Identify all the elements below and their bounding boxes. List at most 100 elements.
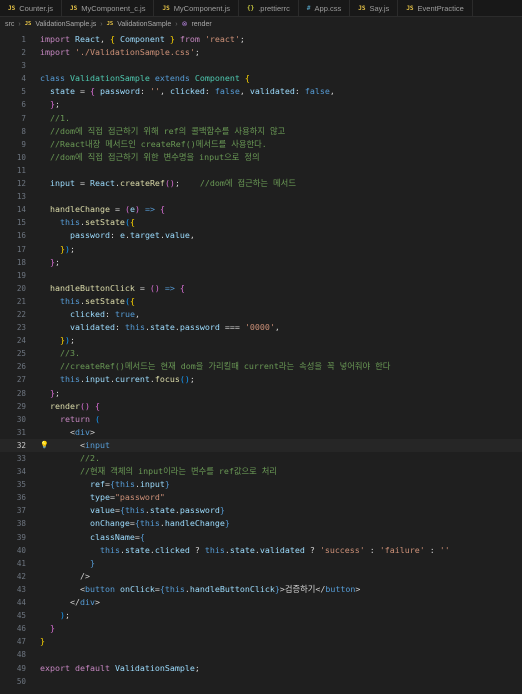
code-line[interactable]: 37 value={this.state.password} [0, 504, 522, 517]
code-text: //1. [40, 112, 70, 125]
breadcrumb-class[interactable]: ValidationSample [117, 21, 171, 28]
code-line[interactable]: 21 this.setState({ [0, 295, 522, 308]
code-line[interactable]: 47} [0, 635, 522, 648]
tab-say-js[interactable]: JS Say.js [350, 0, 399, 16]
code-token: this [124, 505, 145, 516]
code-line[interactable]: 15 this.setState({ [0, 216, 522, 229]
code-line[interactable]: 18 }; [0, 256, 522, 269]
code-line[interactable]: 26 //createRef()메서드는 현재 dom을 가리킬때 curren… [0, 360, 522, 373]
code-token: import [40, 34, 75, 44]
code-line[interactable]: 32 💡 <input [0, 438, 522, 452]
code-text: validated: this.state.password === '0000… [40, 321, 280, 334]
line-number: 34 [16, 467, 26, 477]
code-token: export [40, 662, 75, 673]
css-file-icon: # [306, 4, 311, 12]
code-line[interactable]: 11 [0, 164, 522, 177]
code-token: React [74, 34, 100, 44]
code-token: , [274, 322, 280, 333]
code-text: }); [40, 334, 75, 347]
code-token: state [149, 505, 175, 516]
code-line[interactable]: 33 //2. [0, 452, 522, 465]
code-token: default [74, 662, 115, 673]
code-editor[interactable]: 1 import React, { Component } from 'react… [0, 31, 522, 688]
code-token: validated [259, 544, 305, 555]
code-token: password [179, 322, 220, 333]
code-line[interactable]: 44 </div> [0, 596, 522, 609]
code-line[interactable]: 25 //3. [0, 347, 522, 360]
code-line[interactable]: 35 ref={this.input} [0, 478, 522, 491]
code-line[interactable]: 4 class ValidationSample extends Componen… [0, 72, 522, 85]
code-line[interactable]: 19 [0, 269, 522, 282]
line-number: 22 [16, 309, 26, 319]
line-number: 37 [16, 506, 26, 516]
code-line[interactable]: 20 handleButtonClick = () => { [0, 282, 522, 295]
code-line[interactable]: 6 }; [0, 98, 522, 111]
code-line[interactable]: 45 ); [0, 609, 522, 622]
code-line[interactable]: 10 //dom에 직접 접근하기 위한 변수명을 input으로 정의 [0, 151, 522, 164]
code-line[interactable]: 28 }; [0, 387, 522, 400]
code-token: } [164, 479, 170, 490]
tab-app-css[interactable]: # App.css [299, 0, 351, 16]
code-token: : [109, 230, 120, 241]
code-line[interactable]: 2 import './ValidationSample.css'; [0, 46, 522, 59]
code-line[interactable]: 38 onChange={this.handleChange} [0, 517, 522, 530]
code-line[interactable]: 34 //현재 객체의 input이라는 변수를 ref값으로 처리 [0, 465, 522, 478]
code-line[interactable]: 30 return ( [0, 413, 522, 426]
code-token: //3. [59, 348, 80, 359]
code-token: : [139, 86, 150, 97]
breadcrumb-file[interactable]: ValidationSample.js [35, 21, 96, 28]
code-line[interactable]: 50 [0, 675, 522, 688]
code-line[interactable]: 22 clicked: true, [0, 308, 522, 321]
code-line[interactable]: 23 validated: this.state.password === '0… [0, 321, 522, 334]
tab-counter-js[interactable]: JS Counter.js [0, 0, 63, 16]
code-text: //3. [40, 347, 80, 360]
code-token: handleButtonClick [50, 282, 135, 293]
tab-mycomponent-js[interactable]: JS MyComponent.js [154, 0, 239, 16]
code-line[interactable]: 40 this.state.clicked ? this.state.valid… [0, 544, 522, 557]
code-token: = [74, 86, 90, 97]
code-line[interactable]: 49 export default ValidationSample; [0, 662, 522, 675]
code-line[interactable]: 3 [0, 59, 522, 72]
code-line[interactable]: 16 password: e.target.value, [0, 229, 522, 242]
code-token: "password" [114, 492, 165, 503]
code-token: { [89, 86, 100, 97]
code-token: className [89, 531, 135, 542]
code-token: onClick [119, 583, 155, 594]
code-line[interactable]: 46 } [0, 622, 522, 635]
code-line[interactable]: 39 className={ [0, 531, 522, 544]
breadcrumb-folder[interactable]: src [5, 21, 14, 28]
code-text: }; [40, 387, 60, 400]
code-line[interactable]: 1 import React, { Component } from 'react… [0, 33, 522, 46]
code-line[interactable]: 31 <div> [0, 426, 522, 439]
code-line[interactable]: 42 /> [0, 570, 522, 583]
code-line[interactable]: 12 input = React.createRef(); //dom에 접근하… [0, 177, 522, 190]
code-line[interactable]: 8 //dom에 직접 접근하기 위해 ref의 콜백함수를 사용하지 않고 [0, 125, 522, 138]
code-line[interactable]: 24 }); [0, 334, 522, 347]
code-text: <div> [40, 426, 95, 439]
line-number: 10 [16, 152, 26, 162]
code-token: //dom에 직접 접근하기 위한 변수명을 input으로 정의 [50, 151, 260, 162]
code-line[interactable]: 41 } [0, 557, 522, 570]
breadcrumb-method[interactable]: render [191, 21, 211, 28]
code-line[interactable]: 14 handleChange = (e) => { [0, 203, 522, 216]
code-line[interactable]: 5 state = { password: '', clicked: false… [0, 85, 522, 98]
code-line[interactable]: 48 [0, 648, 522, 661]
tab-mycomponent-c-js[interactable]: JS MyComponent_c.js [62, 0, 155, 16]
tab--prettierrc[interactable]: {} .prettierrc [239, 0, 299, 16]
code-token: //dom에 접근하는 메서드 [199, 178, 296, 189]
code-line[interactable]: 17 }); [0, 243, 522, 256]
code-line[interactable]: 29 render() { [0, 400, 522, 413]
code-line[interactable]: 13 [0, 190, 522, 203]
code-line[interactable]: 7 //1. [0, 112, 522, 125]
line-number: 43 [16, 584, 26, 594]
code-token: button [84, 583, 115, 594]
code-line[interactable]: 9 //React내장 메서드인 createRef()메서드를 사용한다. [0, 138, 522, 151]
code-line[interactable]: 36 type="password" [0, 491, 522, 504]
code-line[interactable]: 43 <button onClick={this.handleButtonCli… [0, 583, 522, 596]
tab-eventpractice[interactable]: JS EventPractice [398, 0, 473, 16]
line-number: 27 [16, 375, 26, 385]
code-line[interactable]: 27 this.input.current.focus(); [0, 373, 522, 386]
